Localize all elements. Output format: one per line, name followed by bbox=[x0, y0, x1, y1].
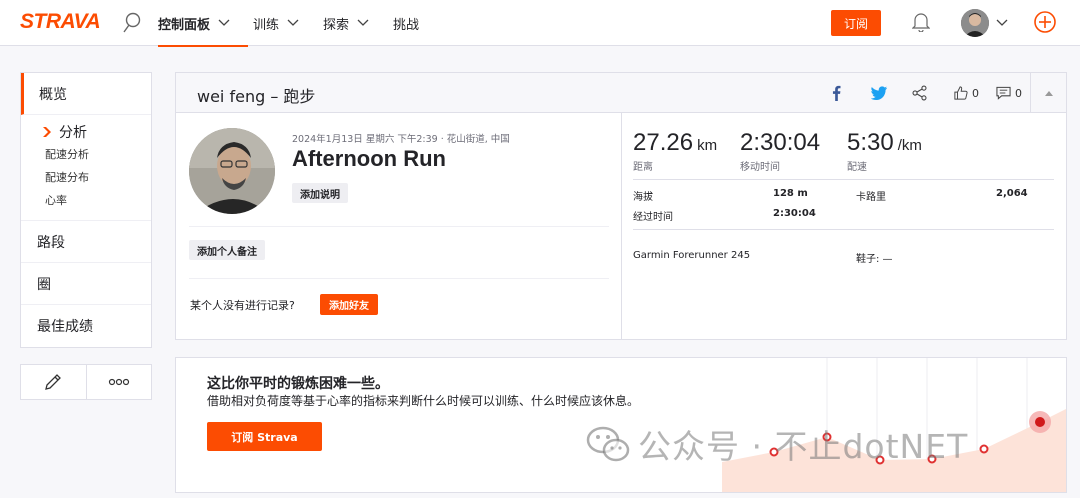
more-actions-button[interactable] bbox=[85, 365, 152, 399]
stat-moving-time-value: 2:30:04 bbox=[740, 129, 821, 156]
facebook-share-button[interactable] bbox=[832, 84, 841, 102]
divider bbox=[633, 229, 1054, 230]
upload-plus-icon[interactable] bbox=[1034, 11, 1056, 33]
upsell-subtitle: 借助相对负荷度等基于心率的指标来判断什么时候可以训练、什么时候应该休息。 bbox=[207, 394, 640, 408]
comment-icon bbox=[996, 86, 1011, 100]
chevron-down-icon bbox=[287, 19, 299, 26]
add-private-note-button[interactable]: 添加个人备注 bbox=[189, 240, 265, 260]
nav-dashboard[interactable]: 控制面板 bbox=[158, 0, 249, 47]
thumbs-up-icon bbox=[954, 86, 968, 100]
activity-header-title: wei feng – 跑步 bbox=[197, 87, 316, 106]
chevron-down-icon bbox=[357, 19, 369, 26]
nav-dashboard-label: 控制面板 bbox=[158, 17, 211, 33]
more-dots-icon bbox=[108, 378, 129, 386]
activity-body: 2024年1月13日 星期六 下午2:39 · 花山街道, 中国 Afterno… bbox=[176, 113, 1066, 339]
activity-date-location: 2024年1月13日 星期六 下午2:39 · 花山街道, 中国 bbox=[292, 134, 510, 145]
elevation-value: 128 m bbox=[773, 188, 808, 199]
sidebar-item-analysis[interactable]: 分析 bbox=[41, 121, 151, 143]
subscription-upsell: 这比你平时的锻炼困难一些。 借助相对负荷度等基于心率的指标来判断什么时候可以训练… bbox=[175, 357, 1067, 493]
shoes-info: 鞋子: — bbox=[856, 254, 893, 265]
chevron-right-icon bbox=[43, 127, 51, 137]
stat-moving-time: 2:30:04 移动时间 bbox=[740, 129, 820, 173]
sidebar-item-best-efforts[interactable]: 最佳成绩 bbox=[21, 305, 151, 347]
nav-challenges-label: 挑战 bbox=[393, 17, 420, 33]
comment-button[interactable]: 0 bbox=[996, 84, 1022, 102]
chevron-down-icon bbox=[218, 19, 230, 26]
kudos-count: 0 bbox=[972, 86, 979, 100]
caret-up-icon bbox=[1044, 91, 1053, 96]
sidebar-menu: 概览 分析 配速分析 配速分布 心率 路段 圈 最佳成绩 bbox=[20, 72, 152, 348]
chevron-down-icon[interactable] bbox=[996, 19, 1008, 27]
athlete-photo-icon bbox=[189, 128, 275, 214]
share-button[interactable] bbox=[911, 84, 928, 102]
elapsed-time-label: 经过时间 bbox=[633, 212, 673, 223]
pencil-icon bbox=[45, 374, 62, 390]
nav-training-label: 训练 bbox=[253, 17, 280, 33]
athlete-avatar[interactable] bbox=[189, 128, 275, 214]
activity-name: Afternoon Run bbox=[292, 146, 446, 171]
comment-count: 0 bbox=[1015, 86, 1022, 100]
activity-card: wei feng – 跑步 0 0 2024年1月13日 星期六 下午2:39 … bbox=[175, 72, 1067, 340]
upsell-title: 这比你平时的锻炼困难一些。 bbox=[207, 376, 389, 392]
collapse-button[interactable] bbox=[1030, 73, 1066, 113]
sidebar-analysis-group: 分析 配速分析 配速分布 心率 bbox=[21, 115, 151, 221]
sidebar-item-pace-distribution[interactable]: 配速分布 bbox=[45, 166, 151, 189]
notification-bell-icon[interactable] bbox=[912, 12, 930, 32]
subscribe-button[interactable]: 订阅 bbox=[831, 10, 881, 36]
twitter-icon bbox=[871, 86, 888, 101]
subscribe-strava-button[interactable]: 订阅 Strava bbox=[207, 422, 322, 451]
nav-training[interactable]: 训练 bbox=[253, 0, 299, 46]
strava-logo[interactable]: STRAVA bbox=[20, 10, 101, 34]
activity-sidebar: 概览 分析 配速分析 配速分布 心率 路段 圈 最佳成绩 bbox=[20, 72, 152, 400]
activity-summary: 2024年1月13日 星期六 下午2:39 · 花山街道, 中国 Afterno… bbox=[176, 113, 622, 339]
divider bbox=[633, 179, 1054, 180]
activity-header: wei feng – 跑步 0 0 bbox=[176, 73, 1066, 113]
unrecorded-prompt: 某个人没有进行记录? bbox=[190, 299, 295, 312]
nav-explore-label: 探索 bbox=[323, 17, 350, 33]
top-navigation: STRAVA 控制面板 训练 探索 挑战 订阅 bbox=[0, 0, 1080, 47]
stat-distance-label: 距离 bbox=[633, 162, 653, 173]
activity-stats: 27.26 km 距离 2:30:04 移动时间 5:30/km 配速 海拔 12… bbox=[623, 113, 1066, 339]
divider bbox=[189, 226, 609, 227]
add-friend-button[interactable]: 添加好友 bbox=[320, 294, 378, 315]
twitter-share-button[interactable] bbox=[871, 84, 888, 102]
wechat-icon bbox=[586, 426, 630, 462]
sidebar-item-pace-analysis[interactable]: 配速分析 bbox=[45, 143, 151, 166]
kudos-button[interactable]: 0 bbox=[954, 84, 979, 102]
edit-button[interactable] bbox=[21, 365, 86, 399]
stat-distance: 27.26 km 距离 bbox=[633, 129, 717, 173]
stat-distance-unit: km bbox=[697, 137, 718, 154]
stat-distance-value: 27.26 bbox=[633, 129, 694, 156]
share-icon bbox=[912, 85, 927, 101]
sidebar-analysis-label: 分析 bbox=[59, 125, 87, 141]
facebook-icon bbox=[832, 85, 841, 101]
avatar-photo-icon bbox=[961, 9, 989, 37]
calories-value: 2,064 bbox=[996, 188, 1028, 199]
add-description-button[interactable]: 添加说明 bbox=[292, 183, 348, 203]
stat-pace-unit: /km bbox=[897, 137, 922, 154]
sidebar-item-heart-rate[interactable]: 心率 bbox=[45, 189, 151, 212]
device-name: Garmin Forerunner 245 bbox=[633, 250, 751, 261]
sidebar-item-laps[interactable]: 圈 bbox=[21, 263, 151, 305]
divider bbox=[189, 278, 609, 279]
sidebar-tools bbox=[20, 364, 152, 400]
stat-moving-time-label: 移动时间 bbox=[740, 162, 780, 173]
elapsed-time-value: 2:30:04 bbox=[773, 208, 816, 219]
wechat-watermark: 公众号 · 不止dotNET bbox=[586, 420, 968, 468]
nav-challenges[interactable]: 挑战 bbox=[393, 0, 419, 46]
user-avatar[interactable] bbox=[961, 9, 989, 37]
calories-label: 卡路里 bbox=[856, 192, 886, 203]
stat-pace-label: 配速 bbox=[847, 162, 867, 173]
stat-pace: 5:30/km 配速 bbox=[847, 129, 922, 173]
nav-explore[interactable]: 探索 bbox=[323, 0, 369, 46]
search-icon[interactable] bbox=[122, 12, 142, 34]
stat-pace-value: 5:30 bbox=[847, 129, 894, 156]
elevation-label: 海拔 bbox=[633, 192, 653, 203]
sidebar-item-overview[interactable]: 概览 bbox=[21, 73, 151, 115]
sidebar-item-segments[interactable]: 路段 bbox=[21, 221, 151, 263]
watermark-text: 公众号 · 不止dotNET bbox=[638, 427, 969, 466]
